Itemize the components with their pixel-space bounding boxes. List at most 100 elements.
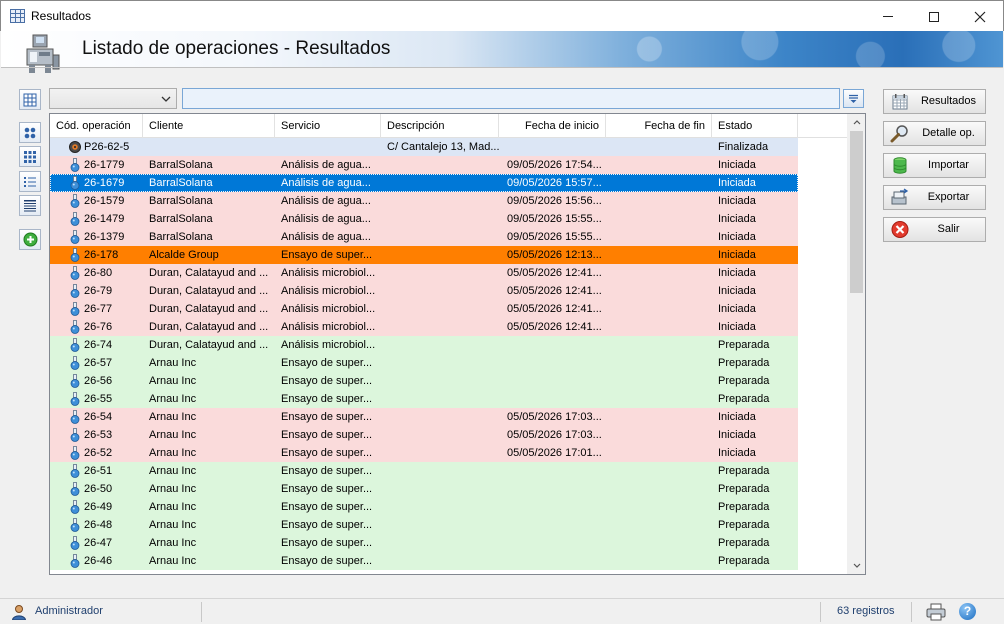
table-row[interactable]: 26-48 Arnau Inc Ensayo de super... Preparad…: [50, 516, 798, 534]
cell-client: Arnau Inc: [149, 483, 197, 495]
table-row[interactable]: 26-79 Duran, Calatayud and ... Análisis mi…: [50, 282, 798, 300]
importar-button-label: Importar: [928, 159, 969, 171]
cell-end: [607, 336, 707, 354]
printer-icon[interactable]: [926, 603, 946, 621]
table-row[interactable]: 26-74 Duran, Calatayud and ... Análisis mi…: [50, 336, 798, 354]
table-row[interactable]: 26-52 Arnau Inc Ensayo de super... 05/05/20…: [50, 444, 798, 462]
table-row[interactable]: 26-51 Arnau Inc Ensayo de super... Preparad…: [50, 462, 798, 480]
operations-grid[interactable]: Cód. operación Cliente Servicio Descripc…: [49, 113, 866, 575]
cell-status: Preparada: [718, 339, 770, 351]
salir-button[interactable]: Salir: [883, 217, 986, 242]
cell-client: Duran, Calatayud and ...: [149, 267, 269, 279]
help-icon[interactable]: ?: [959, 603, 976, 620]
table-row[interactable]: P26-62-5 C/ Cantalejo 13, Mad... Finalizad…: [50, 138, 798, 156]
cell-code: 26-50: [84, 483, 113, 495]
table-row[interactable]: 26-57 Arnau Inc Ensayo de super... Preparad…: [50, 354, 798, 372]
table-row[interactable]: 26-1579 BarralSolana Análisis de agua... 09…: [50, 192, 798, 210]
cell-description: C/ Cantalejo 13, Mad...: [387, 141, 500, 153]
cell-service: Ensayo de super...: [281, 501, 373, 513]
filter-combo[interactable]: [49, 88, 177, 109]
table-row[interactable]: 26-1779 BarralSolana Análisis de agua... 09…: [50, 156, 798, 174]
table-row[interactable]: 26-50 Arnau Inc Ensayo de super... Preparad…: [50, 480, 798, 498]
scroll-thumb[interactable]: [850, 131, 863, 293]
status-separator: [201, 602, 202, 622]
maximize-button[interactable]: [911, 1, 957, 32]
column-header-start[interactable]: Fecha de inicio: [499, 114, 606, 138]
column-header-end[interactable]: Fecha de fin: [606, 114, 712, 138]
filter-list-icon: [849, 94, 858, 103]
table-row[interactable]: 26-47 Arnau Inc Ensayo de super... Preparad…: [50, 534, 798, 552]
search-input[interactable]: [182, 88, 840, 109]
filter-menu-button[interactable]: [843, 89, 864, 108]
cell-code: P26-62-5: [84, 141, 130, 153]
cell-start: [507, 516, 607, 534]
cell-code: 26-1679: [84, 177, 125, 189]
table-row[interactable]: 26-1679 BarralSolana Análisis de agua... 09…: [50, 174, 798, 192]
table-row[interactable]: 26-46 Arnau Inc Ensayo de super... Preparad…: [50, 552, 798, 570]
status-bar: Administrador 63 registros ?: [0, 598, 1004, 624]
cell-service: Ensayo de super...: [281, 357, 373, 369]
cell-end: [607, 282, 707, 300]
scroll-down-button[interactable]: [848, 557, 865, 574]
cell-end: [607, 390, 707, 408]
minimize-icon: [883, 16, 893, 17]
scroll-up-button[interactable]: [848, 114, 865, 131]
cell-status: Iniciada: [718, 177, 756, 189]
robot-logo-icon: [26, 34, 60, 73]
minimize-button[interactable]: [865, 1, 911, 32]
vertical-scrollbar[interactable]: [847, 114, 865, 574]
cell-client: Arnau Inc: [149, 375, 197, 387]
grid-layout-button[interactable]: [19, 89, 41, 110]
table-row[interactable]: 26-49 Arnau Inc Ensayo de super... Preparad…: [50, 498, 798, 516]
cell-end: [607, 426, 707, 444]
cell-status: Iniciada: [718, 447, 756, 459]
table-row[interactable]: 26-56 Arnau Inc Ensayo de super... Preparad…: [50, 372, 798, 390]
cell-end: [607, 174, 707, 192]
table-row[interactable]: 26-80 Duran, Calatayud and ... Análisis mi…: [50, 264, 798, 282]
cell-code: 26-51: [84, 465, 113, 477]
column-header-status[interactable]: Estado: [712, 114, 798, 138]
flask-icon: [70, 410, 80, 424]
flask-icon: [70, 248, 80, 262]
table-row[interactable]: 26-1379 BarralSolana Análisis de agua... 09…: [50, 228, 798, 246]
column-header-code[interactable]: Cód. operación: [50, 114, 143, 138]
cell-code: 26-1579: [84, 195, 125, 207]
close-button[interactable]: [957, 1, 1003, 32]
column-header-service[interactable]: Servicio: [275, 114, 381, 138]
column-header-client[interactable]: Cliente: [143, 114, 275, 138]
cell-start: 05/05/2026 12:41...: [507, 267, 602, 279]
large-icons-view-button[interactable]: [19, 122, 41, 143]
detalle-op-button[interactable]: Detalle op.: [883, 121, 986, 146]
cell-client: BarralSolana: [149, 231, 213, 243]
cell-status: Iniciada: [718, 195, 756, 207]
cell-description: [387, 462, 504, 480]
header-banner: Listado de operaciones - Resultados: [1, 31, 1003, 73]
cell-start: [507, 534, 607, 552]
add-button[interactable]: [19, 229, 41, 250]
resultados-button[interactable]: Resultados: [883, 89, 986, 114]
user-icon: [11, 605, 27, 620]
status-separator: [820, 602, 821, 622]
cell-status: Preparada: [718, 357, 770, 369]
cell-description: [387, 552, 504, 570]
grid-layout-icon: [23, 93, 37, 106]
cell-service: Análisis de agua...: [281, 231, 371, 243]
importar-button[interactable]: Importar: [883, 153, 986, 178]
cell-service: Ensayo de super...: [281, 483, 373, 495]
table-row[interactable]: 26-54 Arnau Inc Ensayo de super... 05/05/20…: [50, 408, 798, 426]
column-header-description[interactable]: Descripción: [381, 114, 499, 138]
cell-client: Duran, Calatayud and ...: [149, 303, 269, 315]
details-view-button[interactable]: [19, 195, 41, 216]
small-icons-view-button[interactable]: [19, 146, 41, 167]
cell-status: Iniciada: [718, 213, 756, 225]
table-row[interactable]: 26-53 Arnau Inc Ensayo de super... 05/05/20…: [50, 426, 798, 444]
table-row[interactable]: 26-1479 BarralSolana Análisis de agua... 09…: [50, 210, 798, 228]
cell-description: [387, 426, 504, 444]
table-row[interactable]: 26-76 Duran, Calatayud and ... Análisis mi…: [50, 318, 798, 336]
exportar-button[interactable]: Exportar: [883, 185, 986, 210]
table-row[interactable]: 26-77 Duran, Calatayud and ... Análisis mi…: [50, 300, 798, 318]
list-view-button[interactable]: [19, 171, 41, 192]
table-row[interactable]: 26-55 Arnau Inc Ensayo de super... Preparad…: [50, 390, 798, 408]
table-row[interactable]: 26-178 Alcalde Group Ensayo de super... 05/…: [50, 246, 798, 264]
cell-start: 09/05/2026 15:56...: [507, 195, 602, 207]
